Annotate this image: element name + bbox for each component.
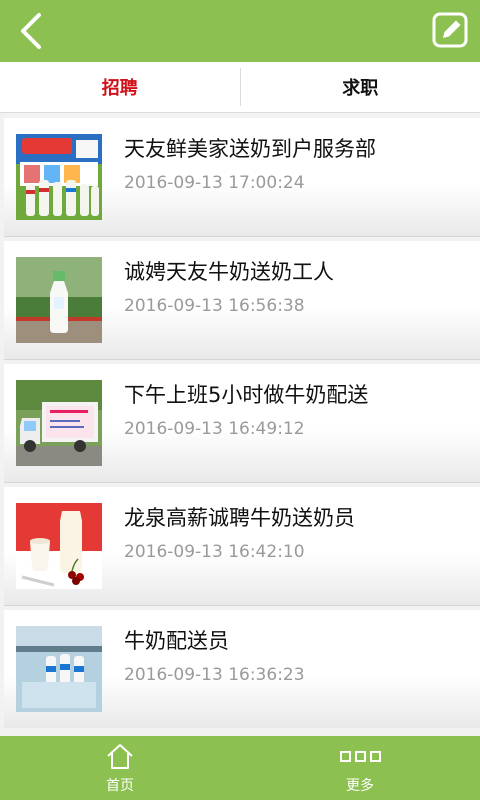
tab-bar: 招聘 求职 xyxy=(0,62,480,113)
item-time: 2016-09-13 16:36:23 xyxy=(124,665,305,685)
list-item[interactable]: 天友鲜美家送奶到户服务部 2016-09-13 17:00:24 xyxy=(4,118,480,237)
nav-more-label: 更多 xyxy=(346,778,374,794)
job-list: 天友鲜美家送奶到户服务部 2016-09-13 17:00:24 诚娉天友牛奶送… xyxy=(4,118,480,728)
milk-products-thumbnail xyxy=(16,134,102,220)
list-item[interactable]: 牛奶配送员 2016-09-13 16:36:23 xyxy=(4,610,480,728)
item-time: 2016-09-13 16:56:38 xyxy=(124,296,305,316)
item-time: 2016-09-13 16:42:10 xyxy=(124,542,305,562)
bottom-nav: 首页 更多 xyxy=(0,736,480,800)
edit-icon xyxy=(432,12,468,48)
item-time: 2016-09-13 17:00:24 xyxy=(124,173,305,193)
nav-home[interactable]: 首页 xyxy=(0,736,240,800)
list-item[interactable]: 下午上班5小时做牛奶配送 2016-09-13 16:49:12 xyxy=(4,364,480,483)
item-title: 龙泉高薪诚聘牛奶送奶员 xyxy=(124,506,355,530)
item-title: 诚娉天友牛奶送奶工人 xyxy=(124,260,334,284)
item-title: 天友鲜美家送奶到户服务部 xyxy=(124,137,376,161)
item-title: 牛奶配送员 xyxy=(124,629,229,653)
home-icon xyxy=(106,741,134,771)
edit-button[interactable] xyxy=(432,12,468,48)
nav-home-label: 首页 xyxy=(106,778,134,794)
item-time: 2016-09-13 16:49:12 xyxy=(124,419,305,439)
tab-job-seeking[interactable]: 求职 xyxy=(241,62,480,112)
nav-more[interactable]: 更多 xyxy=(240,736,480,800)
list-item[interactable]: 龙泉高薪诚聘牛奶送奶员 2016-09-13 16:42:10 xyxy=(4,487,480,606)
item-title: 下午上班5小时做牛奶配送 xyxy=(124,383,369,407)
milk-bottle-thumbnail xyxy=(16,257,102,343)
list-item[interactable]: 诚娉天友牛奶送奶工人 2016-09-13 16:56:38 xyxy=(4,241,480,360)
top-bar xyxy=(0,0,480,62)
tab-recruit[interactable]: 招聘 xyxy=(0,62,240,112)
delivery-truck-thumbnail xyxy=(16,380,102,466)
back-button[interactable] xyxy=(14,12,48,50)
yogurt-cherries-thumbnail xyxy=(16,503,102,589)
more-icon xyxy=(338,741,383,771)
back-arrow-icon xyxy=(21,13,41,49)
milk-fridge-thumbnail xyxy=(16,626,102,712)
